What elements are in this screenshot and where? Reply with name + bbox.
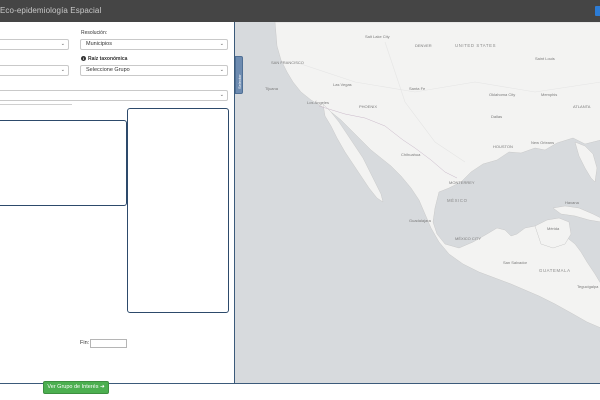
label-phoenix: PHOENIX bbox=[359, 104, 378, 109]
taxonomy-label: Raíz taxonómica bbox=[88, 56, 128, 62]
info-icon[interactable]: i bbox=[81, 56, 86, 62]
resolution-label: Resolución: bbox=[81, 30, 108, 36]
chevron-down-icon: ⌄ bbox=[60, 67, 65, 73]
top-bar: Eco-epidemiología Espacial bbox=[0, 0, 600, 22]
label-new-orleans: New Orleans bbox=[531, 140, 555, 145]
label-merida: Mérida bbox=[547, 226, 560, 231]
label-guadalajara: Guadalajara bbox=[409, 218, 431, 223]
view-group-button[interactable]: Ver Grupo de Interés ➜ bbox=[43, 381, 109, 394]
taxonomy-label-row: i Raíz taxonómica bbox=[81, 56, 127, 62]
selector-tab[interactable]: Selector bbox=[235, 56, 243, 94]
select-left-2[interactable]: ⌄ bbox=[0, 65, 69, 76]
label-chihuahua: Chihuahua bbox=[401, 152, 421, 157]
label-dallas: Dallas bbox=[491, 114, 503, 119]
label-united-states: UNITED STATES bbox=[455, 43, 497, 48]
label-tegucigalpa: Tegucigalpa bbox=[577, 284, 599, 289]
select-wide[interactable]: ⌄ bbox=[0, 90, 228, 101]
label-guatemala: GUATEMALA bbox=[539, 268, 571, 273]
label-mexico-city: MÉXICO CITY bbox=[455, 236, 482, 241]
chevron-down-icon: ⌄ bbox=[219, 41, 224, 47]
list-box-left[interactable] bbox=[0, 120, 127, 206]
taxonomy-value: Seleccione Grupo bbox=[86, 67, 130, 73]
list-box-right[interactable] bbox=[127, 108, 229, 313]
top-right-button[interactable] bbox=[595, 6, 600, 16]
land-florida bbox=[574, 141, 598, 183]
selector-tab-label: Selector bbox=[237, 74, 242, 89]
resolution-select[interactable]: Municipios ⌄ bbox=[80, 39, 228, 50]
label-tijuana: Tijuana bbox=[265, 86, 278, 91]
label-salt-lake: Salt Lake City bbox=[365, 34, 390, 39]
label-memphis: Memphis bbox=[541, 92, 558, 97]
label-las-vegas: Las Vegas bbox=[333, 82, 352, 87]
select-left-1[interactable]: ⌄ bbox=[0, 39, 69, 50]
label-havana: Havana bbox=[565, 200, 579, 205]
divider bbox=[0, 104, 72, 105]
label-denver: DENVER bbox=[415, 43, 432, 48]
fin-label: Fin: bbox=[80, 340, 90, 346]
resolution-value: Municipios bbox=[86, 41, 112, 47]
label-san-francisco: SAN FRANCISCO bbox=[271, 60, 304, 65]
label-santa-fe: Santa Fe bbox=[409, 86, 426, 91]
label-san-salvador: San Salvador bbox=[503, 260, 528, 265]
label-mexico: MÉXICO bbox=[447, 198, 468, 203]
label-oklahoma: Oklahoma City bbox=[489, 92, 516, 97]
app-title: Eco-epidemiología Espacial bbox=[0, 6, 102, 15]
label-atlanta: ATLANTA bbox=[573, 104, 591, 109]
chevron-down-icon: ⌄ bbox=[219, 67, 224, 73]
label-saint-louis: Saint Louis bbox=[535, 56, 555, 61]
filter-panel: ⌄ Resolución: Municipios ⌄ i Raíz taxonóm… bbox=[0, 22, 233, 384]
chevron-down-icon: ⌄ bbox=[60, 41, 65, 47]
taxonomy-select[interactable]: Seleccione Grupo ⌄ bbox=[80, 65, 228, 76]
map-view[interactable]: Selector UNITED STATES DENVER SAN FRANCI… bbox=[234, 22, 600, 384]
chevron-down-icon: ⌄ bbox=[219, 92, 224, 98]
label-houston: HOUSTON bbox=[493, 144, 513, 149]
fin-input[interactable] bbox=[90, 339, 127, 348]
land-north-america bbox=[274, 22, 600, 328]
label-los-angeles: Los Ángeles bbox=[307, 100, 330, 105]
map-canvas bbox=[274, 22, 600, 328]
label-monterrey: MONTERREY bbox=[449, 180, 475, 185]
